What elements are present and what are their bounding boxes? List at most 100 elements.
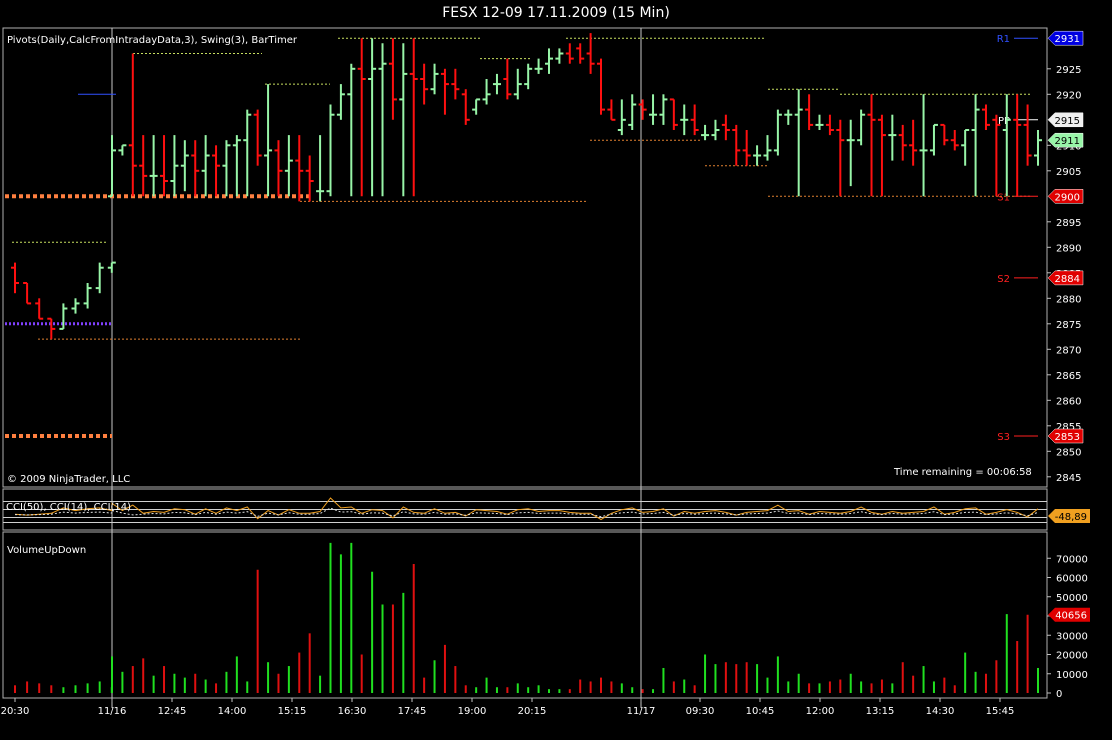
y-tick-label: 2895 <box>1056 218 1081 229</box>
ohlc-bar <box>274 140 283 197</box>
ohlc-bar <box>503 58 512 100</box>
volume-bars <box>14 542 1039 693</box>
x-tick-label: 17:45 <box>398 706 427 717</box>
ohlc-bar <box>149 135 158 197</box>
ohlc-bar <box>690 104 699 136</box>
ohlc-bar <box>659 94 668 125</box>
ohlc-bar <box>378 43 387 197</box>
ohlc-bar <box>71 298 80 314</box>
main-panel-frame <box>2 27 1048 488</box>
ohlc-bar <box>461 89 470 125</box>
ohlc-bar <box>836 119 845 197</box>
x-tick-label: 13:15 <box>866 706 895 717</box>
y-tick-label: 2845 <box>1056 473 1081 484</box>
chart-canvas[interactable]: R1PPS1S2S3 29252920291029052895289028852… <box>0 0 1112 740</box>
price-marker: 2931 <box>1047 30 1084 46</box>
ohlc-bar <box>295 135 304 202</box>
ohlc-bar <box>586 33 595 74</box>
ohlc-bar <box>23 282 32 305</box>
ohlc-bar <box>805 94 814 130</box>
ohlc-bar <box>534 58 543 74</box>
x-tick-label: 15:15 <box>278 706 307 717</box>
ohlc-bar <box>555 48 564 64</box>
price-marker: 2900 <box>1047 189 1084 204</box>
x-tick-label: 20:15 <box>518 706 547 717</box>
volume-y-tick-label: 60000 <box>1056 574 1088 585</box>
volume-last-marker: 40656 <box>1048 607 1090 622</box>
y-tick-label: 2905 <box>1056 167 1081 178</box>
ohlc-bar <box>888 114 897 161</box>
price-marker: 2853 <box>1047 428 1084 444</box>
ohlc-bar <box>264 84 273 197</box>
y-tick-label: 2865 <box>1056 371 1081 382</box>
ohlc-bar <box>336 84 345 120</box>
price-marker: 2884 <box>1047 270 1084 286</box>
ohlc-bar <box>430 63 439 95</box>
ohlc-bar <box>898 124 907 161</box>
ohlc-bar <box>565 43 574 64</box>
ohlc-bar <box>222 140 231 197</box>
ohlc-bar <box>617 99 626 136</box>
ohlc-bar <box>108 135 116 198</box>
ohlc-bar <box>212 145 221 197</box>
price-marker-label: 2853 <box>1055 432 1080 443</box>
ohlc-bar <box>128 53 137 197</box>
ohlc-bar <box>440 68 449 115</box>
ohlc-bar <box>711 119 720 141</box>
price-marker: 2911 <box>1047 132 1084 148</box>
ohlc-bar <box>170 135 179 197</box>
price-marker-label: 2915 <box>1055 116 1080 127</box>
ohlc-bar <box>326 104 335 197</box>
ohlc-bar <box>940 123 949 146</box>
ohlc-bar <box>357 38 366 197</box>
y-tick-label: 2875 <box>1056 320 1081 331</box>
ohlc-bar <box>773 109 782 156</box>
price-marker-label: 2931 <box>1055 34 1080 45</box>
y-tick-label: 2870 <box>1056 345 1081 356</box>
x-tick-label: 15:45 <box>986 706 1015 717</box>
ohlc-bar <box>118 144 127 156</box>
volume-y-tick-label: 70000 <box>1056 554 1088 565</box>
bar-timer-text: Time remaining = 00:06:58 <box>893 467 1032 478</box>
ohlc-bar <box>243 109 252 197</box>
ohlc-bar <box>1002 94 1011 197</box>
y-tick-label: 2860 <box>1056 396 1081 407</box>
ohlc-bar <box>628 94 637 130</box>
ohlc-bar <box>472 98 481 115</box>
ohlc-bar <box>253 109 262 166</box>
x-tick-label: 20:30 <box>1 706 30 717</box>
y-tick-label: 2880 <box>1056 294 1081 305</box>
ohlc-bar <box>992 114 1001 197</box>
ohlc-bar <box>846 119 855 187</box>
volume-panel-frame <box>2 531 1048 699</box>
ohlc-bar <box>753 145 762 166</box>
y-tick-label: 2850 <box>1056 447 1081 458</box>
ohlc-bar <box>649 94 658 125</box>
ohlc-bar <box>47 317 56 340</box>
ohlc-bar <box>1013 94 1022 197</box>
ohlc-bar <box>981 104 990 130</box>
cci-value-label: -48,89 <box>1055 512 1087 523</box>
ohlc-bar <box>35 298 44 320</box>
ohlc-bar <box>815 114 824 130</box>
cci-value-marker: -48,89 <box>1048 509 1090 523</box>
ohlc-bar <box>368 38 377 197</box>
x-tick-label: 10:45 <box>746 706 775 717</box>
volume-y-tick-label: 50000 <box>1056 593 1088 604</box>
x-tick-label: 14:30 <box>926 706 955 717</box>
ohlc-bar <box>409 38 418 197</box>
ohlc-bar <box>669 98 678 130</box>
ohlc-bar <box>83 283 92 309</box>
ohlc-bar <box>388 38 397 120</box>
ohlc-bar <box>482 79 491 105</box>
indicator-caption: Pivots(Daily,CalcFromIntradayData,3), Sw… <box>7 35 298 46</box>
x-tick-label: 19:00 <box>458 706 487 717</box>
pivot-level-label: S3 <box>997 432 1010 443</box>
x-tick-label: 09:30 <box>686 706 715 717</box>
x-tick-label: 11/17 <box>627 706 656 717</box>
ohlc-bar <box>232 135 241 197</box>
ohlc-bar <box>544 48 553 74</box>
volume-y-tick-label: 0 <box>1056 689 1062 700</box>
price-marker: 2915 <box>1047 112 1084 128</box>
ohlc-bar <box>909 119 918 166</box>
